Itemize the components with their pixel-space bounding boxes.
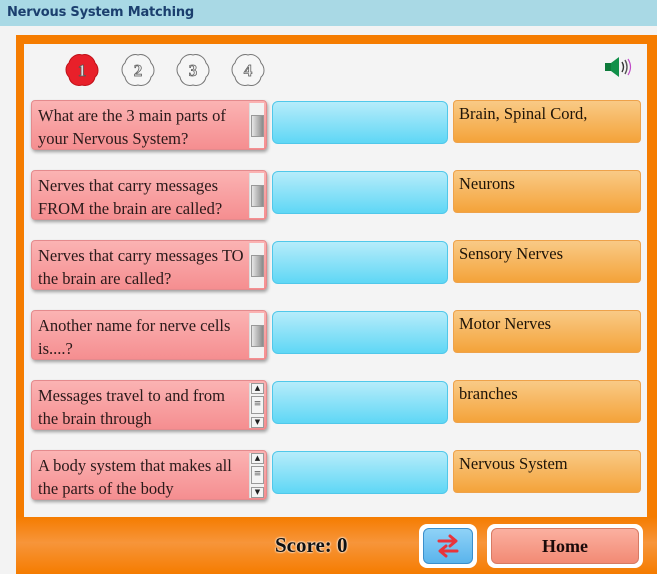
match-row: Nerves that carry messages TO the brain … (31, 240, 641, 292)
level-badge-icon: 2 (121, 54, 155, 86)
title-bar: Nervous System Matching (0, 0, 657, 26)
question-card: Nerves that carry messages TO the brain … (31, 240, 267, 290)
svg-text:1: 1 (78, 61, 87, 80)
speaker-icon (605, 57, 632, 77)
question-text: What are the 3 main parts of your Nervou… (38, 106, 226, 148)
question-scrollbar[interactable]: ▲ ≡ ▼ (249, 383, 264, 428)
scroll-thumb[interactable] (251, 325, 264, 347)
question-scrollbar[interactable] (249, 243, 264, 288)
match-row: Another name for nerve cells is....? Mot… (31, 310, 641, 362)
scroll-thumb[interactable] (251, 185, 264, 207)
scroll-up-arrow-icon[interactable]: ▲ (251, 453, 264, 464)
answer-drop-zone[interactable] (272, 311, 448, 354)
question-card: Nerves that carry messages FROM the brai… (31, 170, 267, 220)
answer-text: Brain, Spinal Cord, (459, 104, 588, 123)
answer-tile[interactable]: Sensory Nerves (453, 240, 641, 283)
answer-drop-zone[interactable] (272, 241, 448, 284)
answer-drop-zone[interactable] (272, 101, 448, 144)
level-4-button[interactable]: 4 (230, 52, 266, 88)
scroll-down-arrow-icon[interactable]: ▼ (251, 417, 264, 428)
svg-text:2: 2 (134, 61, 143, 80)
question-scrollbar[interactable] (249, 173, 264, 218)
svg-text:4: 4 (244, 61, 253, 80)
swap-arrows-icon (437, 534, 459, 558)
question-card: What are the 3 main parts of your Nervou… (31, 100, 267, 150)
question-text: Nerves that carry messages FROM the brai… (38, 176, 223, 218)
home-button-label: Home (491, 528, 639, 564)
home-button[interactable]: Home (487, 524, 643, 568)
svg-text:3: 3 (189, 61, 198, 80)
answer-tile[interactable]: Nervous System (453, 450, 641, 493)
question-text: A body system that makes all the parts o… (38, 456, 232, 498)
shuffle-button[interactable] (419, 524, 477, 568)
app-title: Nervous System Matching (7, 5, 195, 20)
level-1-button[interactable]: 1 (64, 52, 100, 88)
question-card: A body system that makes all the parts o… (31, 450, 267, 500)
scroll-thumb[interactable] (251, 255, 264, 277)
answer-tile[interactable]: Motor Nerves (453, 310, 641, 353)
scroll-grip-icon[interactable]: ≡ (251, 466, 264, 484)
level-2-button[interactable]: 2 (120, 52, 156, 88)
level-badge-icon: 3 (176, 54, 210, 86)
question-scrollbar[interactable] (249, 103, 264, 148)
answer-drop-zone[interactable] (272, 381, 448, 424)
match-row: Messages travel to and from the brain th… (31, 380, 641, 432)
scroll-up-arrow-icon[interactable]: ▲ (251, 383, 264, 394)
question-text: Nerves that carry messages TO the brain … (38, 246, 244, 288)
scroll-thumb[interactable] (251, 115, 264, 137)
answer-text: Nervous System (459, 454, 568, 473)
level-3-button[interactable]: 3 (175, 52, 211, 88)
answer-text: Sensory Nerves (459, 244, 564, 263)
answer-drop-zone[interactable] (272, 171, 448, 214)
scroll-grip-icon[interactable]: ≡ (251, 396, 264, 414)
question-text: Messages travel to and from the brain th… (38, 386, 225, 428)
question-text: Another name for nerve cells is....? (38, 316, 231, 358)
answer-drop-zone[interactable] (272, 451, 448, 494)
question-card: Messages travel to and from the brain th… (31, 380, 267, 430)
score-label: Score: 0 (275, 533, 348, 557)
level-badge-icon: 1 (65, 54, 99, 86)
match-row: What are the 3 main parts of your Nervou… (31, 100, 641, 152)
scroll-down-arrow-icon[interactable]: ▼ (251, 487, 264, 498)
answer-tile[interactable]: Brain, Spinal Cord, (453, 100, 641, 143)
level-badge-icon: 4 (231, 54, 265, 86)
match-row: A body system that makes all the parts o… (31, 450, 641, 502)
answer-text: Motor Nerves (459, 314, 552, 333)
answer-text: Neurons (459, 174, 515, 193)
question-card: Another name for nerve cells is....? (31, 310, 267, 360)
answer-tile[interactable]: Neurons (453, 170, 641, 213)
question-scrollbar[interactable]: ▲ ≡ ▼ (249, 453, 264, 498)
match-row: Nerves that carry messages FROM the brai… (31, 170, 641, 222)
answer-tile[interactable]: branches (453, 380, 641, 423)
sound-toggle-button[interactable] (603, 56, 637, 78)
answer-text: branches (459, 384, 518, 403)
question-scrollbar[interactable] (249, 313, 264, 358)
